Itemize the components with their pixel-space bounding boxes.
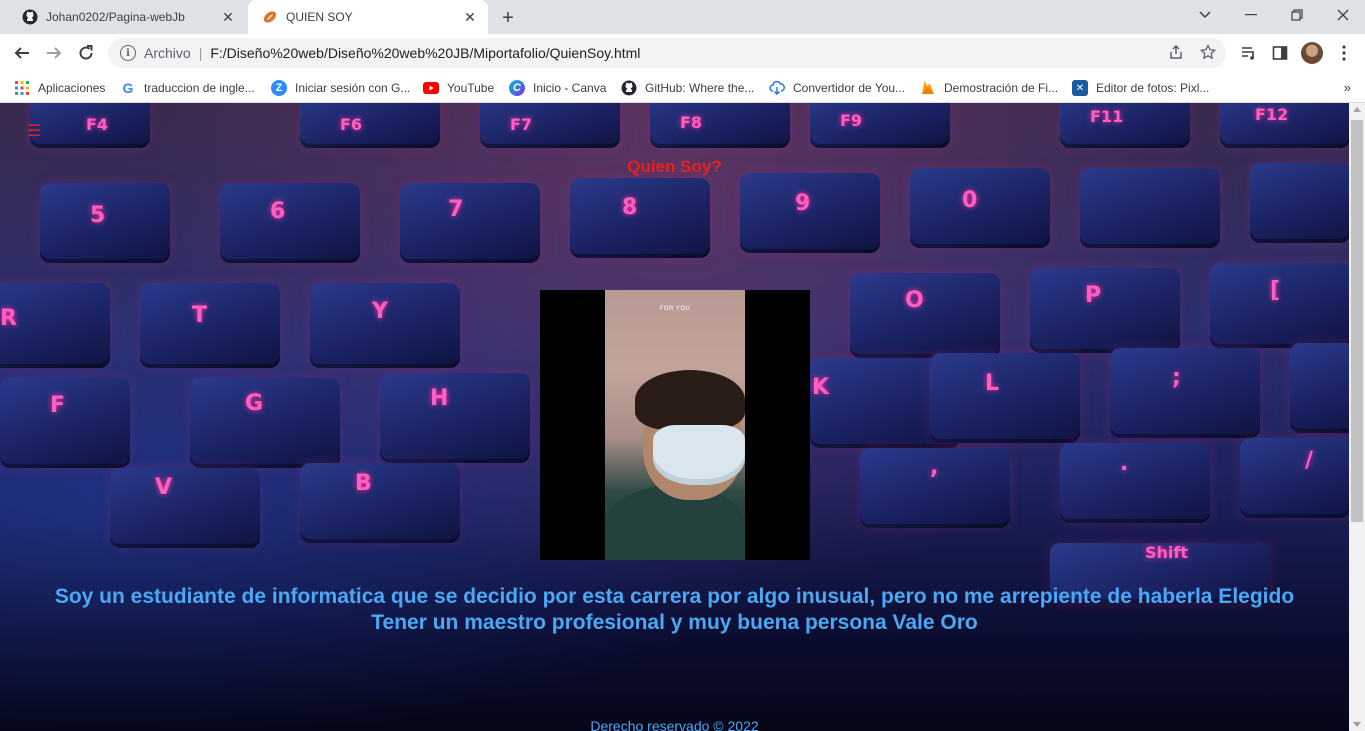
tab-quien-soy[interactable]: QUIEN SOY ✕ — [248, 0, 488, 34]
bookmark-star-icon[interactable] — [1199, 43, 1217, 64]
bookmark-label: Convertidor de You... — [793, 81, 906, 95]
scrollbar-thumb[interactable] — [1351, 120, 1363, 522]
bookmark-traduccion[interactable]: G traduccion de ingle... — [120, 77, 255, 99]
bookmark-label: YouTube — [447, 81, 495, 95]
bookmark-label: GitHub: Where the... — [645, 81, 755, 95]
download-cloud-icon — [769, 80, 785, 96]
page-viewport: F4 F6 F7 F8 F9 F11 F12 5 6 7 8 9 0 R T Y… — [0, 103, 1349, 731]
about-line-2: Tener un maestro profesional y muy buena… — [371, 611, 978, 634]
zoom-icon: Z — [271, 80, 287, 96]
address-url[interactable]: F:/Diseño%20web/Diseño%20web%20JB/Miport… — [210, 45, 640, 61]
bookmark-convertidor[interactable]: Convertidor de You... — [769, 77, 905, 99]
tab-title: QUIEN SOY — [286, 10, 353, 24]
close-tab-icon[interactable]: ✕ — [462, 9, 478, 25]
bookmark-demostracion[interactable]: Demostración de Fi... — [920, 77, 1058, 99]
reload-icon[interactable] — [71, 38, 101, 68]
tab-strip: Johan0202/Pagina-webJb ✕ QUIEN SOY ✕ + — [0, 0, 1365, 34]
media-controls-icon[interactable] — [1238, 42, 1260, 64]
bookmark-pixlr[interactable]: ✕ Editor de fotos: Pixl... — [1072, 77, 1209, 99]
profile-photo-frame: FOR YOU — [540, 290, 810, 560]
profile-photo: FOR YOU — [605, 290, 745, 560]
bookmark-label: Demostración de Fi... — [944, 81, 1059, 95]
forward-arrow-icon[interactable] — [39, 38, 69, 68]
share-icon[interactable] — [1168, 44, 1184, 64]
site-info-icon[interactable]: i — [120, 45, 136, 61]
tab-title: Johan0202/Pagina-webJb — [46, 10, 185, 24]
google-icon: G — [122, 80, 134, 96]
address-bar[interactable]: i Archivo | F:/Diseño%20web/Diseño%20web… — [108, 38, 1226, 68]
menu-hamburger-icon[interactable]: ☰ — [27, 121, 41, 141]
footer-copyright: Derecho reservado © 2022 — [590, 718, 759, 731]
new-tab-button[interactable]: + — [496, 6, 520, 30]
firebase-icon — [920, 80, 936, 96]
page-title: Quien Soy? — [627, 157, 722, 176]
scroll-down-arrow-icon[interactable] — [1353, 722, 1361, 727]
bookmark-label: Aplicaciones — [38, 81, 106, 95]
address-separator: | — [198, 45, 203, 61]
tab-search-icon[interactable] — [1182, 0, 1228, 30]
bookmark-label: Editor de fotos: Pixl... — [1096, 81, 1210, 95]
bookmark-label: Inicio - Canva — [533, 81, 607, 95]
bookmark-github[interactable]: GitHub: Where the... — [621, 77, 754, 99]
about-text: Soy un estudiante de informatica que se … — [20, 584, 1329, 636]
address-scheme-label: Archivo — [144, 45, 191, 61]
bookmark-label: traduccion de ingle... — [144, 81, 255, 95]
bookmark-aplicaciones[interactable]: Aplicaciones — [14, 77, 105, 99]
minimize-icon[interactable] — [1228, 0, 1274, 30]
bookmark-youtube[interactable]: YouTube — [423, 77, 494, 99]
github-icon — [621, 80, 637, 96]
side-panel-icon[interactable] — [1269, 42, 1291, 64]
github-icon — [22, 9, 38, 25]
tab-github[interactable]: Johan0202/Pagina-webJb ✕ — [8, 0, 246, 34]
bookmark-iniciar-sesion[interactable]: Z Iniciar sesión con G... — [271, 77, 410, 99]
bookmarks-overflow-chevron-icon[interactable]: » — [1344, 80, 1351, 95]
close-window-icon[interactable] — [1320, 0, 1365, 30]
youtube-icon — [423, 80, 439, 96]
scroll-up-arrow-icon[interactable] — [1353, 107, 1361, 112]
browser-toolbar: i Archivo | F:/Diseño%20web/Diseño%20web… — [0, 34, 1365, 72]
apps-grid-icon — [14, 80, 30, 96]
bookmarks-bar: Aplicaciones G traduccion de ingle... Z … — [0, 72, 1365, 103]
football-icon — [262, 9, 278, 25]
restore-icon[interactable] — [1274, 0, 1320, 30]
close-tab-icon[interactable]: ✕ — [220, 9, 236, 25]
about-line-1: Soy un estudiante de informatica que se … — [54, 585, 1295, 608]
profile-avatar[interactable] — [1301, 42, 1323, 64]
back-arrow-icon[interactable] — [7, 38, 37, 68]
bookmark-label: Iniciar sesión con G... — [295, 81, 411, 95]
kebab-menu-icon[interactable] — [1333, 42, 1355, 64]
vertical-scrollbar[interactable] — [1349, 103, 1365, 731]
photo-caption: FOR YOU — [659, 306, 691, 312]
canva-icon: C — [509, 80, 525, 96]
pixlr-icon: ✕ — [1072, 80, 1088, 96]
bookmark-canva[interactable]: C Inicio - Canva — [509, 77, 606, 99]
